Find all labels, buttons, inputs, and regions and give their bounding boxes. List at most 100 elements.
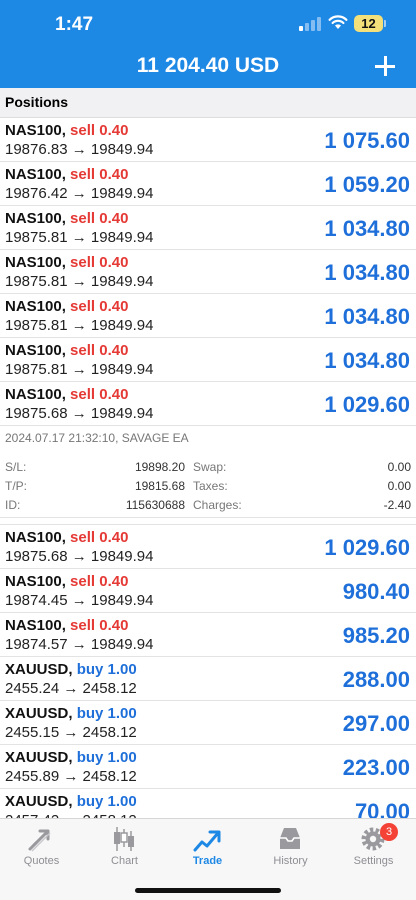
position-volume: buy 1.00 — [76, 793, 137, 810]
position-profit: 1 034.80 — [324, 304, 410, 329]
tab-quotes[interactable]: Quotes — [0, 819, 83, 875]
positions-title: Positions — [5, 94, 69, 110]
position-symbol: XAUUSD — [5, 661, 69, 678]
position-row[interactable]: XAUUSD, buy 1.00 2455.24 → 2458.12 288.00 — [0, 657, 416, 701]
home-indicator — [135, 888, 281, 893]
position-volume: buy 1.00 — [76, 749, 137, 766]
position-row[interactable]: NAS100, sell 0.40 19875.81 → 19849.94 1 03… — [0, 294, 416, 338]
position-details: 2024.07.17 21:32:10, SAVAGE EA S/L: 1989… — [0, 426, 416, 518]
position-volume: sell 0.40 — [70, 529, 129, 546]
position-symbol: NAS100 — [5, 386, 62, 403]
taxes-label: Taxes: — [193, 479, 228, 493]
separator: , — [68, 749, 77, 766]
position-symbol: XAUUSD — [5, 749, 69, 766]
plus-icon[interactable] — [372, 54, 398, 80]
trade-icon — [193, 830, 221, 852]
position-volume: sell 0.40 — [70, 573, 129, 590]
tab-settings[interactable]: 3 Settings — [332, 819, 415, 875]
separator: , — [61, 166, 71, 183]
separator: , — [61, 210, 71, 227]
position-profit: 223.00 — [342, 755, 410, 780]
position-prices: 19875.68 → 19849.94 — [5, 405, 154, 422]
position-prices: 19875.81 → 19849.94 — [5, 361, 154, 378]
position-volume: buy 1.00 — [76, 705, 137, 722]
position-row[interactable]: NAS100, sell 0.40 19875.68 → 19849.94 1 02… — [0, 382, 416, 426]
position-row[interactable]: XAUUSD, buy 1.00 2455.89 → 2458.12 223.00 — [0, 745, 416, 789]
position-prices: 19875.81 → 19849.94 — [5, 229, 154, 246]
header-bar: 1:47 12 11 204.40 USD — [0, 0, 416, 88]
position-prices: 19874.57 → 19849.94 — [5, 636, 154, 653]
tab-label: Chart — [111, 855, 138, 867]
position-profit: 1 029.60 — [324, 392, 410, 417]
position-title: NAS100, sell 0.40 — [5, 122, 128, 139]
tab-history[interactable]: History — [249, 819, 332, 875]
separator: , — [61, 298, 71, 315]
position-title: XAUUSD, buy 1.00 — [5, 705, 137, 722]
position-symbol: NAS100 — [5, 166, 62, 183]
separator: , — [61, 342, 71, 359]
position-title: NAS100, sell 0.40 — [5, 210, 128, 227]
separator: , — [61, 122, 71, 139]
tab-chart[interactable]: Chart — [83, 819, 166, 875]
position-row[interactable]: NAS100, sell 0.40 19875.81 → 19849.94 1 03… — [0, 338, 416, 382]
history-icon — [280, 828, 300, 849]
position-row[interactable]: NAS100, sell 0.40 19874.57 → 19849.94 985.… — [0, 613, 416, 657]
position-volume: sell 0.40 — [70, 386, 129, 403]
separator: , — [68, 705, 77, 722]
position-row[interactable]: NAS100, sell 0.40 19875.81 → 19849.94 1 03… — [0, 250, 416, 294]
position-prices: 2455.15 → 2458.12 — [5, 724, 137, 741]
separator: , — [61, 254, 71, 271]
account-balance: 11 204.40 USD — [136, 54, 280, 77]
position-volume: sell 0.40 — [70, 617, 129, 634]
position-symbol: NAS100 — [5, 122, 62, 139]
swap-value: 0.00 — [387, 460, 411, 474]
status-time: 1:47 — [55, 14, 94, 35]
position-volume: sell 0.40 — [70, 122, 129, 139]
positions-list: NAS100, sell 0.40 19876.83 → 19849.94 1 07… — [0, 118, 416, 833]
position-profit: 297.00 — [342, 711, 410, 736]
position-title: XAUUSD, buy 1.00 — [5, 661, 137, 678]
tab-label: Trade — [192, 855, 223, 867]
position-title: NAS100, sell 0.40 — [5, 617, 128, 634]
charges-label: Charges: — [193, 498, 242, 512]
tab-label: Settings — [353, 855, 394, 867]
position-row[interactable]: NAS100, sell 0.40 19876.83 → 19849.94 1 07… — [0, 118, 416, 162]
position-row[interactable]: NAS100, sell 0.40 19876.42 → 19849.94 1 05… — [0, 162, 416, 206]
position-title: NAS100, sell 0.40 — [5, 166, 128, 183]
position-row[interactable]: XAUUSD, buy 1.00 2455.15 → 2458.12 297.00 — [0, 701, 416, 745]
position-volume: sell 0.40 — [70, 342, 129, 359]
position-title: XAUUSD, buy 1.00 — [5, 793, 137, 810]
separator: , — [61, 617, 71, 634]
position-profit: 288.00 — [342, 667, 410, 692]
position-symbol: NAS100 — [5, 573, 62, 590]
position-row[interactable]: NAS100, sell 0.40 19875.68 → 19849.94 1 02… — [0, 525, 416, 569]
position-row[interactable]: NAS100, sell 0.40 19874.45 → 19849.94 980.… — [0, 569, 416, 613]
position-symbol: NAS100 — [5, 210, 62, 227]
position-prices: 2455.24 → 2458.12 — [5, 680, 137, 697]
position-prices: 19875.68 → 19849.94 — [5, 548, 154, 565]
position-volume: sell 0.40 — [70, 210, 129, 227]
status-bar: 1:47 12 — [0, 0, 416, 46]
battery-icon: 12 — [354, 15, 383, 32]
position-row[interactable]: NAS100, sell 0.40 19875.81 → 19849.94 1 03… — [0, 206, 416, 250]
separator: , — [61, 573, 71, 590]
position-profit: 1 029.60 — [324, 535, 410, 560]
taxes-value: 0.00 — [387, 479, 411, 493]
tp-value: 19815.68 — [134, 479, 185, 493]
position-volume: sell 0.40 — [70, 254, 129, 271]
tab-trade[interactable]: Trade — [166, 819, 249, 875]
chart-icon — [114, 827, 134, 851]
position-prices: 19876.83 → 19849.94 — [5, 141, 154, 158]
position-volume: sell 0.40 — [70, 166, 129, 183]
position-profit: 1 034.80 — [324, 216, 410, 241]
position-symbol: NAS100 — [5, 342, 62, 359]
position-title: NAS100, sell 0.40 — [5, 298, 128, 315]
charges-value: -2.40 — [383, 498, 411, 512]
position-prices: 19875.81 → 19849.94 — [5, 317, 154, 334]
position-profit: 1 034.80 — [324, 260, 410, 285]
position-title: NAS100, sell 0.40 — [5, 254, 128, 271]
position-prices: 19874.45 → 19849.94 — [5, 592, 154, 609]
swap-label: Swap: — [193, 460, 227, 474]
position-volume: buy 1.00 — [76, 661, 137, 678]
position-symbol: XAUUSD — [5, 705, 69, 722]
